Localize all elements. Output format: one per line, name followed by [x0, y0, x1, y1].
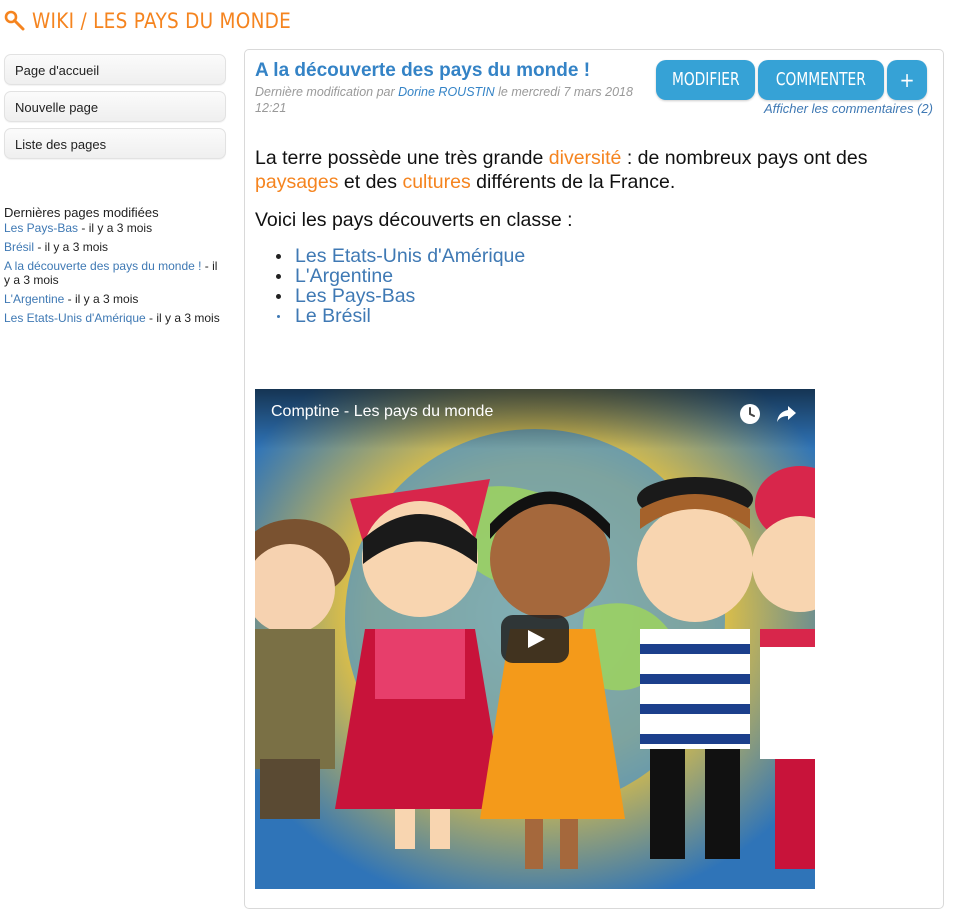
edit-button[interactable]: MODIFIER — [655, 60, 756, 100]
recent-item: Brésil - il y a 3 mois — [4, 240, 226, 254]
page-content: La terre possède une très grande diversi… — [255, 146, 895, 326]
recent-item: Les Pays-Bas - il y a 3 mois — [4, 221, 226, 235]
recent-item-link[interactable]: A la découverte des pays du monde ! — [4, 259, 201, 273]
countries-intro: Voici les pays découverts en classe : — [255, 209, 573, 231]
show-comments-link[interactable]: Afficher les commentaires (2) — [764, 101, 933, 116]
highlight-paysages: paysages — [255, 171, 339, 193]
search-icon — [4, 10, 25, 31]
edit-button-label: MODIFIER — [671, 69, 740, 90]
country-link-brazil[interactable]: Le Brésil — [277, 306, 895, 326]
video-title[interactable]: Comptine - Les pays du monde — [271, 403, 493, 421]
country-link-usa[interactable]: Les Etats-Unis d'Amérique — [276, 246, 895, 266]
recent-item: Les Etats-Unis d'Amérique - il y a 3 moi… — [4, 311, 226, 325]
comment-button[interactable]: COMMENTER — [758, 60, 884, 100]
page-title: A la découverte des pays du monde ! — [255, 60, 591, 81]
share-icon[interactable] — [775, 403, 797, 425]
sidebar: Page d'accueil Nouvelle page Liste des p… — [4, 54, 226, 330]
highlight-cultures: cultures — [402, 171, 471, 193]
recent-item: L'Argentine - il y a 3 mois — [4, 292, 226, 306]
nav-page-list-button[interactable]: Liste des pages — [4, 128, 226, 159]
country-link-netherlands[interactable]: Les Pays-Bas — [276, 286, 895, 306]
intro-paragraph: La terre possède une très grande diversi… — [255, 146, 895, 194]
recent-item-age: - il y a 3 mois — [34, 240, 109, 254]
recent-item-link[interactable]: L'Argentine — [4, 292, 64, 306]
recent-item-age: - il y a 3 mois — [64, 292, 139, 306]
recent-item-link[interactable]: Les Pays-Bas — [4, 221, 78, 235]
more-button[interactable]: + — [887, 60, 927, 100]
video-player[interactable]: Comptine - Les pays du monde — [255, 389, 815, 889]
recent-item: A la découverte des pays du monde ! - il… — [4, 259, 226, 287]
recent-pages-title: Dernières pages modifiées — [4, 205, 159, 220]
nav-home-button[interactable]: Page d'accueil — [4, 54, 226, 85]
page-panel: A la découverte des pays du monde ! Dern… — [244, 49, 944, 909]
recent-item-age: - il y a 3 mois — [78, 221, 153, 235]
intro-text: et des — [338, 171, 403, 193]
meta-author[interactable]: Dorine ROUSTIN — [398, 85, 495, 99]
comment-button-label: COMMENTER — [776, 69, 867, 90]
highlight-diversite: diversité — [548, 147, 622, 169]
intro-text: différents de la France. — [470, 171, 676, 193]
intro-text: La terre possède une très grande — [255, 147, 549, 169]
meta-prefix: Dernière modification par — [255, 85, 399, 99]
site-header: WIKI / LES PAYS DU MONDE — [4, 6, 326, 36]
page-actions: MODIFIER COMMENTER + — [655, 60, 927, 100]
clock-icon[interactable] — [739, 403, 761, 425]
nav-new-page-button[interactable]: Nouvelle page — [4, 91, 226, 122]
recent-item-link[interactable]: Les Etats-Unis d'Amérique — [4, 311, 146, 325]
recent-item-link[interactable]: Brésil — [4, 240, 34, 254]
intro-text: : de nombreux pays ont des — [621, 147, 868, 169]
site-title[interactable]: WIKI / LES PAYS DU MONDE — [32, 9, 291, 33]
recent-item-age: - il y a 3 mois — [145, 311, 220, 325]
recent-pages: Dernières pages modifiées Les Pays-Bas -… — [4, 205, 226, 325]
country-link-argentina[interactable]: L'Argentine — [276, 266, 895, 286]
page-meta: Dernière modification par Dorine ROUSTIN… — [255, 84, 655, 116]
countries-list: Les Etats-Unis d'Amérique L'Argentine Le… — [255, 246, 895, 326]
play-icon[interactable] — [501, 615, 569, 663]
